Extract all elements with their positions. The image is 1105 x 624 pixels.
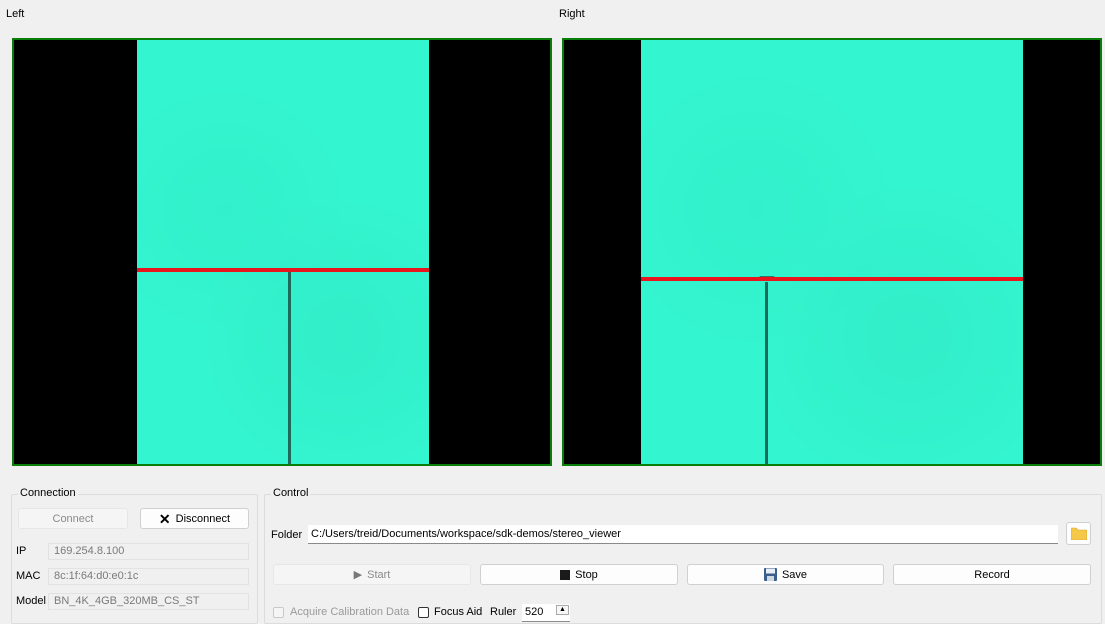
model-label: Model [16, 595, 46, 607]
folder-input[interactable]: C:/Users/treid/Documents/workspace/sdk-d… [308, 525, 1058, 544]
start-button[interactable]: ▶ Start [273, 564, 471, 585]
acquire-calibration-label: Acquire Calibration Data [290, 606, 410, 618]
left-camera-image [137, 40, 429, 464]
save-button-label: Save [781, 568, 808, 581]
connect-button[interactable]: Connect [18, 508, 128, 529]
close-x-icon: ✕ [158, 510, 171, 527]
disconnect-button-label: Disconnect [175, 512, 231, 525]
browse-folder-button[interactable] [1066, 522, 1091, 545]
right-view-label: Right [559, 8, 585, 20]
start-button-label: Start [367, 568, 391, 581]
right-camera-image [641, 40, 1023, 464]
stop-icon [560, 569, 571, 580]
control-group: Control [264, 487, 1102, 624]
stop-button[interactable]: Stop [480, 564, 678, 585]
acquire-calibration-checkbox[interactable] [273, 607, 284, 618]
left-view-label: Left [6, 8, 25, 20]
right-ruler-line[interactable] [641, 277, 1023, 281]
mac-field: 8c:1f:64:d0:e0:1c [48, 568, 249, 585]
stop-button-label: Stop [575, 568, 598, 581]
model-field: BN_4K_4GB_320MB_CS_ST [48, 593, 249, 610]
control-group-title: Control [271, 487, 311, 499]
save-button[interactable]: Save [687, 564, 884, 585]
ip-label: IP [16, 545, 27, 557]
right-camera-view[interactable] [562, 38, 1102, 466]
right-needle [765, 282, 768, 464]
left-ruler-line[interactable] [137, 268, 429, 272]
record-button[interactable]: Record [893, 564, 1091, 585]
mac-label: MAC [16, 570, 41, 582]
folder-icon [1070, 527, 1087, 540]
play-icon: ▶ [353, 569, 363, 581]
record-button-label: Record [974, 568, 1010, 581]
folder-label: Folder [271, 529, 303, 541]
ip-field: 169.254.8.100 [48, 543, 249, 560]
ruler-label: Ruler [490, 606, 517, 618]
left-needle [288, 272, 291, 464]
ruler-value: 520 [525, 606, 544, 618]
left-camera-view[interactable] [12, 38, 552, 466]
disconnect-button[interactable]: ✕ Disconnect [140, 508, 249, 529]
floppy-disk-icon [763, 568, 777, 581]
focus-aid-label: Focus Aid [434, 606, 483, 618]
connect-button-label: Connect [52, 512, 94, 525]
connection-group-title: Connection [18, 487, 78, 499]
focus-aid-checkbox[interactable] [418, 607, 429, 618]
ruler-spinbox[interactable]: 520 ▲ [522, 604, 570, 622]
